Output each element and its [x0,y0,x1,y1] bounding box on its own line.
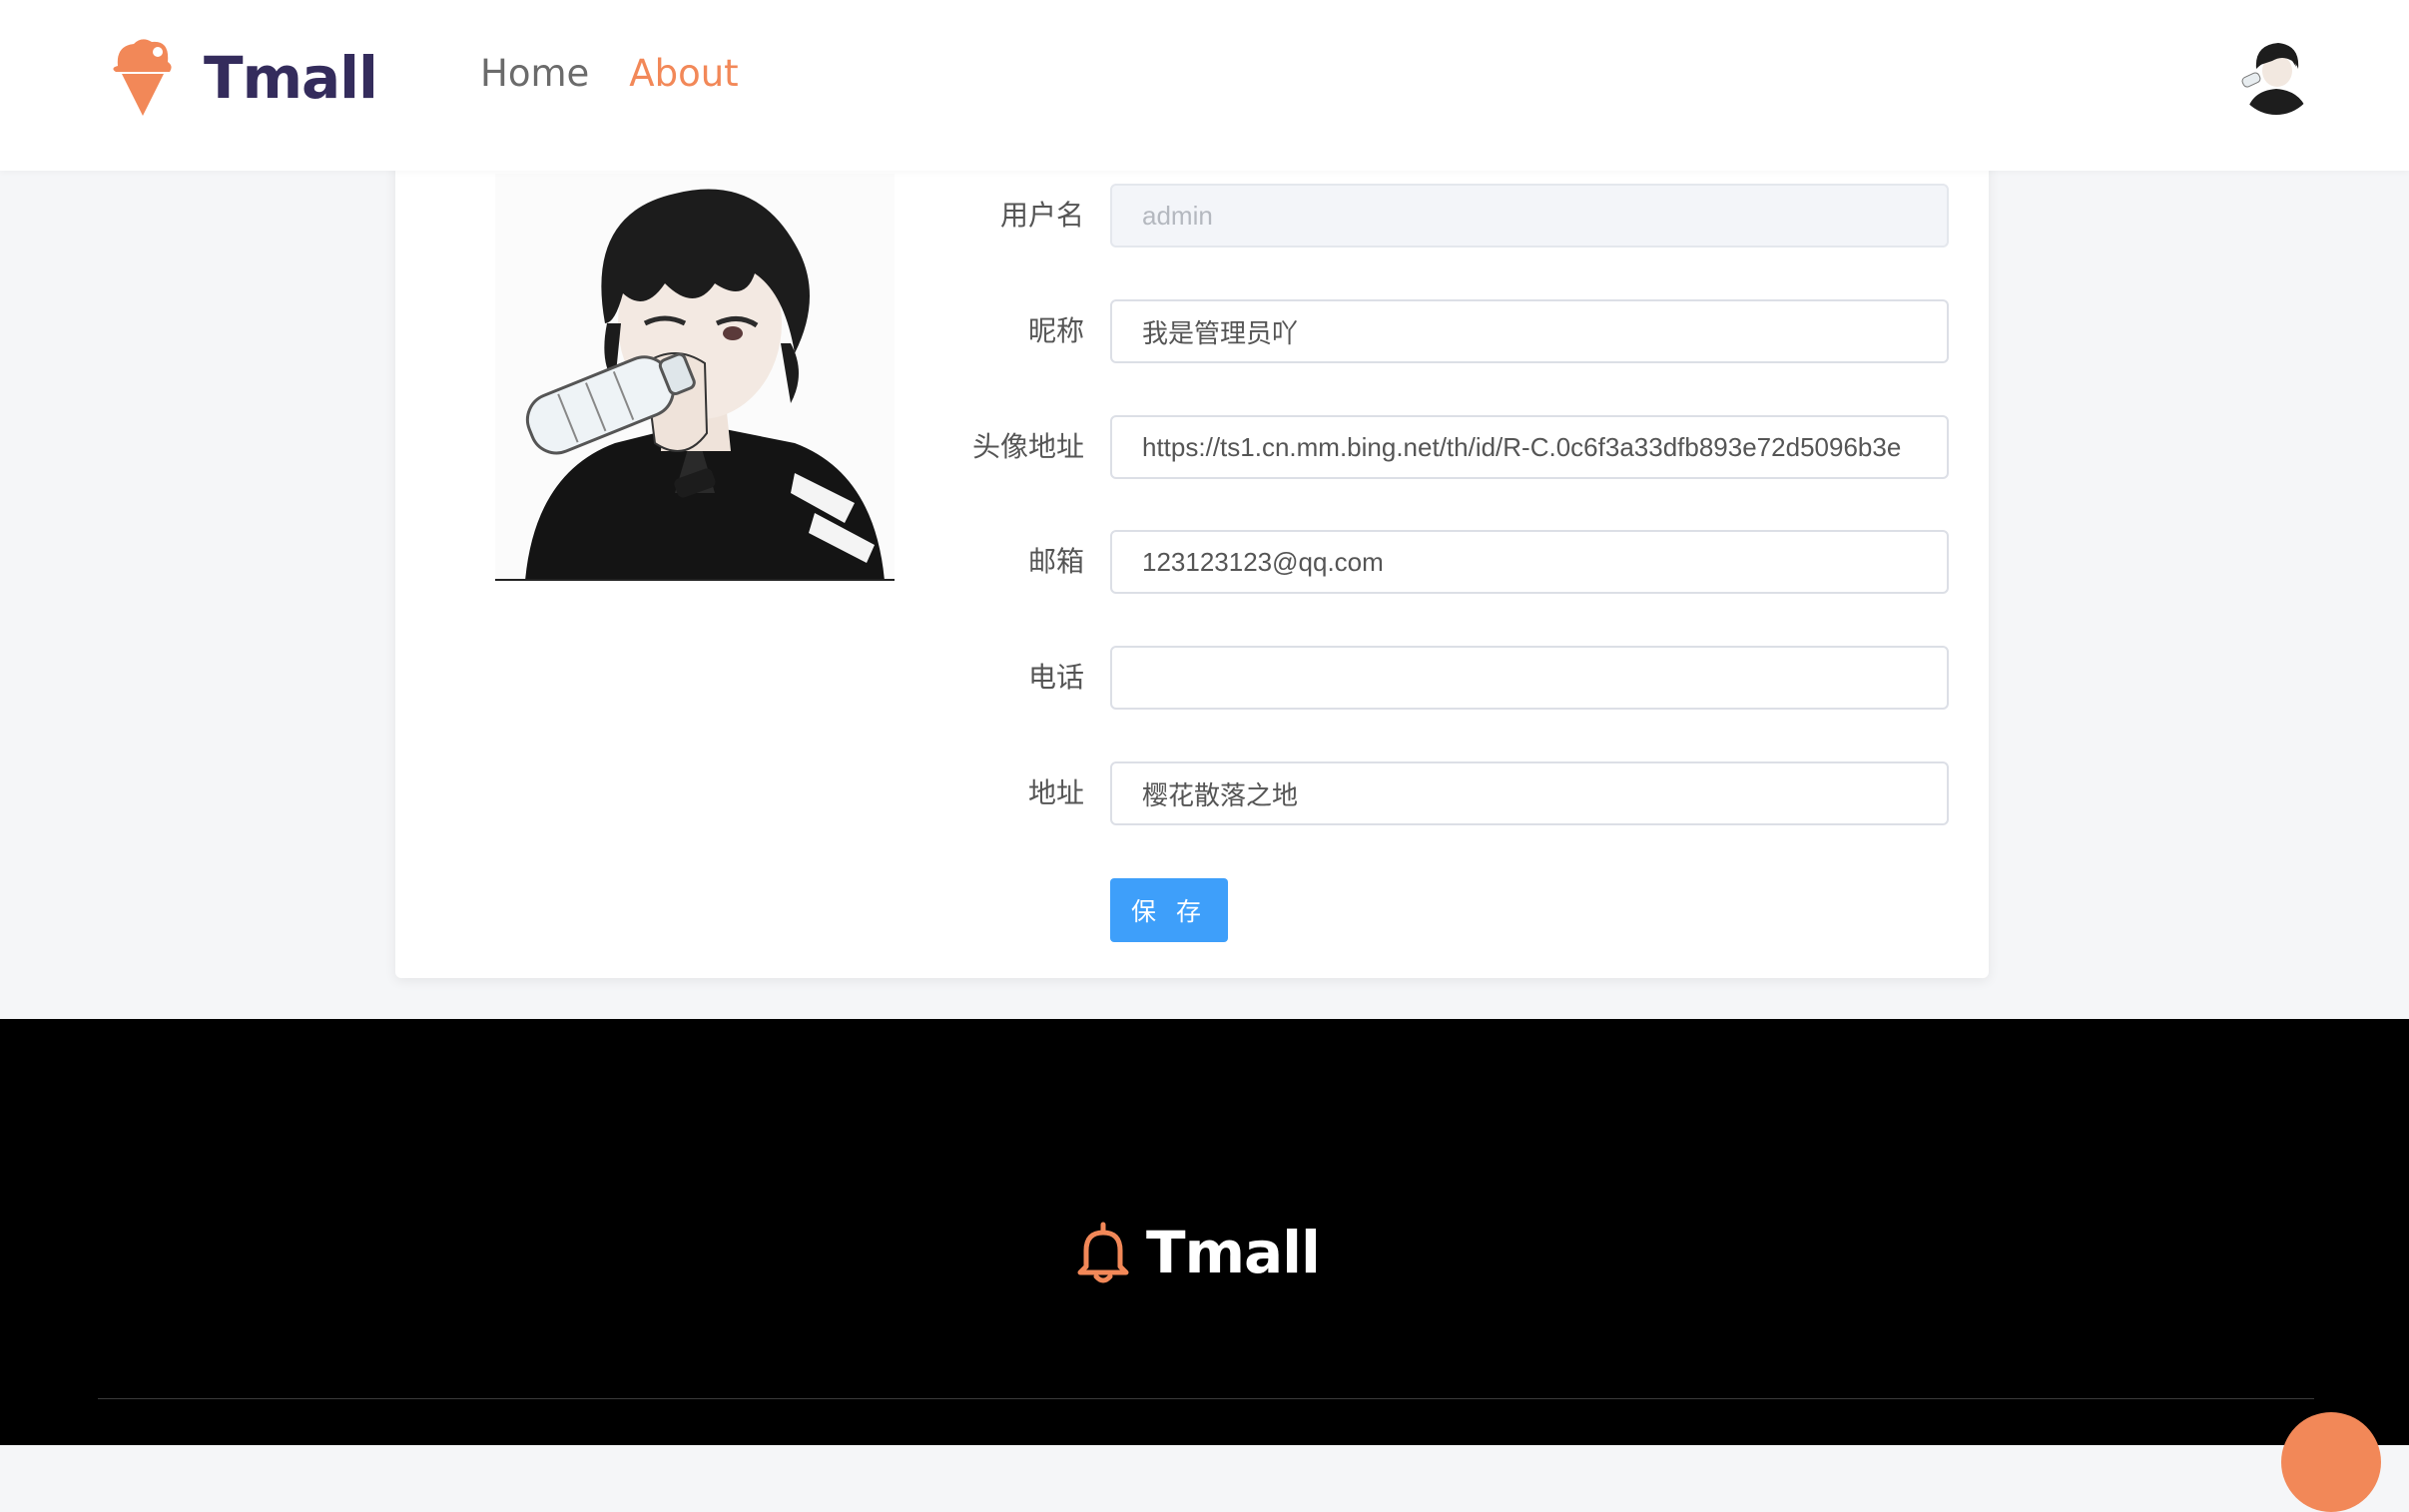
address-label: 地址 [1027,777,1084,808]
bell-icon [1077,1222,1129,1283]
brand-name: Tmall [204,44,378,112]
phone-label: 电话 [1027,662,1084,693]
phone-input[interactable] [1110,646,1949,710]
avatar-url-input[interactable] [1110,415,1949,479]
username-label: 用户名 [999,200,1084,231]
save-button[interactable]: 保 存 [1110,878,1228,942]
back-to-top-button[interactable] [2281,1412,2381,1512]
main-nav: Home About [480,52,739,95]
nav-home[interactable]: Home [480,52,589,95]
avatar-url-label: 头像地址 [971,431,1084,462]
avatar-image [2236,35,2316,115]
username-input [1110,184,1949,248]
address-input[interactable] [1110,761,1949,825]
footer-brand-name: Tmall [1146,1219,1321,1286]
ice-cream-icon [113,39,172,116]
footer-divider [98,1398,2314,1399]
footer-brand[interactable]: Tmall [1074,1219,1321,1286]
nickname-label: 昵称 [1027,315,1084,346]
nav-about[interactable]: About [629,52,738,95]
user-avatar[interactable] [2236,35,2316,115]
top-navbar: Tmall Home About [0,0,2409,171]
site-footer: Tmall [0,1019,2409,1445]
brand-logo[interactable]: Tmall [108,36,378,120]
email-input[interactable] [1110,530,1949,594]
email-label: 邮箱 [1027,546,1084,577]
profile-card: 用户名 昵称 头像地址 邮箱 电话 地址 保 存 [395,150,1989,978]
nickname-input[interactable] [1110,299,1949,363]
